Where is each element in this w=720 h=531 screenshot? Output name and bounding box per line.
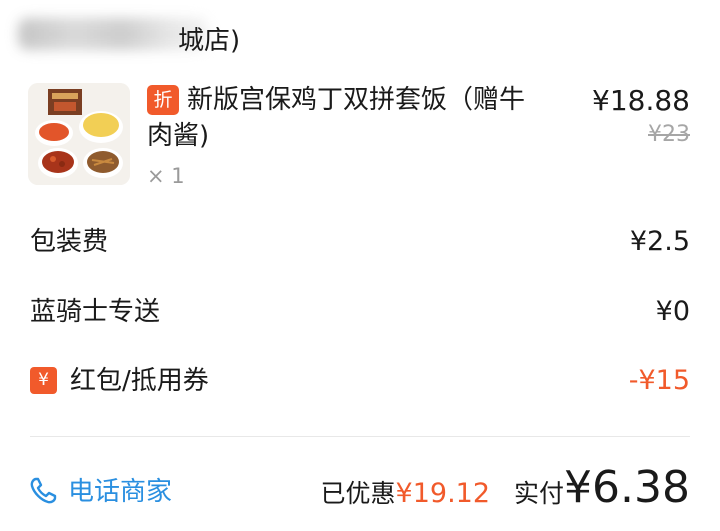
product-price: ¥18.88 [592,84,690,117]
shop-header[interactable]: 城店) [0,8,330,64]
product-original-price: ¥23 [648,122,690,147]
product-image[interactable] [28,83,130,185]
packaging-fee-row: 包装费 ¥2.5 [30,222,690,262]
product-name[interactable]: 新版宫保鸡丁双拼套饭（赠牛肉酱) [147,82,547,154]
divider [30,436,690,437]
payment-summary: 已优惠¥19.12 实付¥6.38 [321,462,690,516]
packaging-fee-value: ¥2.5 [629,226,690,257]
product-quantity: × 1 [147,164,185,188]
delivery-fee-value: ¥0 [655,296,690,327]
paid-amount: ¥6.38 [564,462,690,513]
paid-label: 实付 [514,479,565,508]
delivery-fee-label: 蓝骑士专送 [30,297,161,327]
coupon-value: -¥15 [628,365,690,396]
coupon-label: 红包/抵用券 [70,366,209,396]
coupon-icon: ¥ [30,367,57,394]
call-merchant-label: 电话商家 [68,477,173,507]
discount-badge: 折 [147,85,179,115]
packaging-fee-label: 包装费 [30,227,109,257]
coupon-row[interactable]: ¥ 红包/抵用券 -¥15 [30,361,690,401]
discount-total-amount: ¥19.12 [395,478,491,509]
delivery-fee-row: 蓝骑士专送 ¥0 [30,292,690,332]
discount-total-label: 已优惠 [320,479,396,508]
shop-name: 城店) [178,26,241,56]
phone-icon [28,476,58,506]
